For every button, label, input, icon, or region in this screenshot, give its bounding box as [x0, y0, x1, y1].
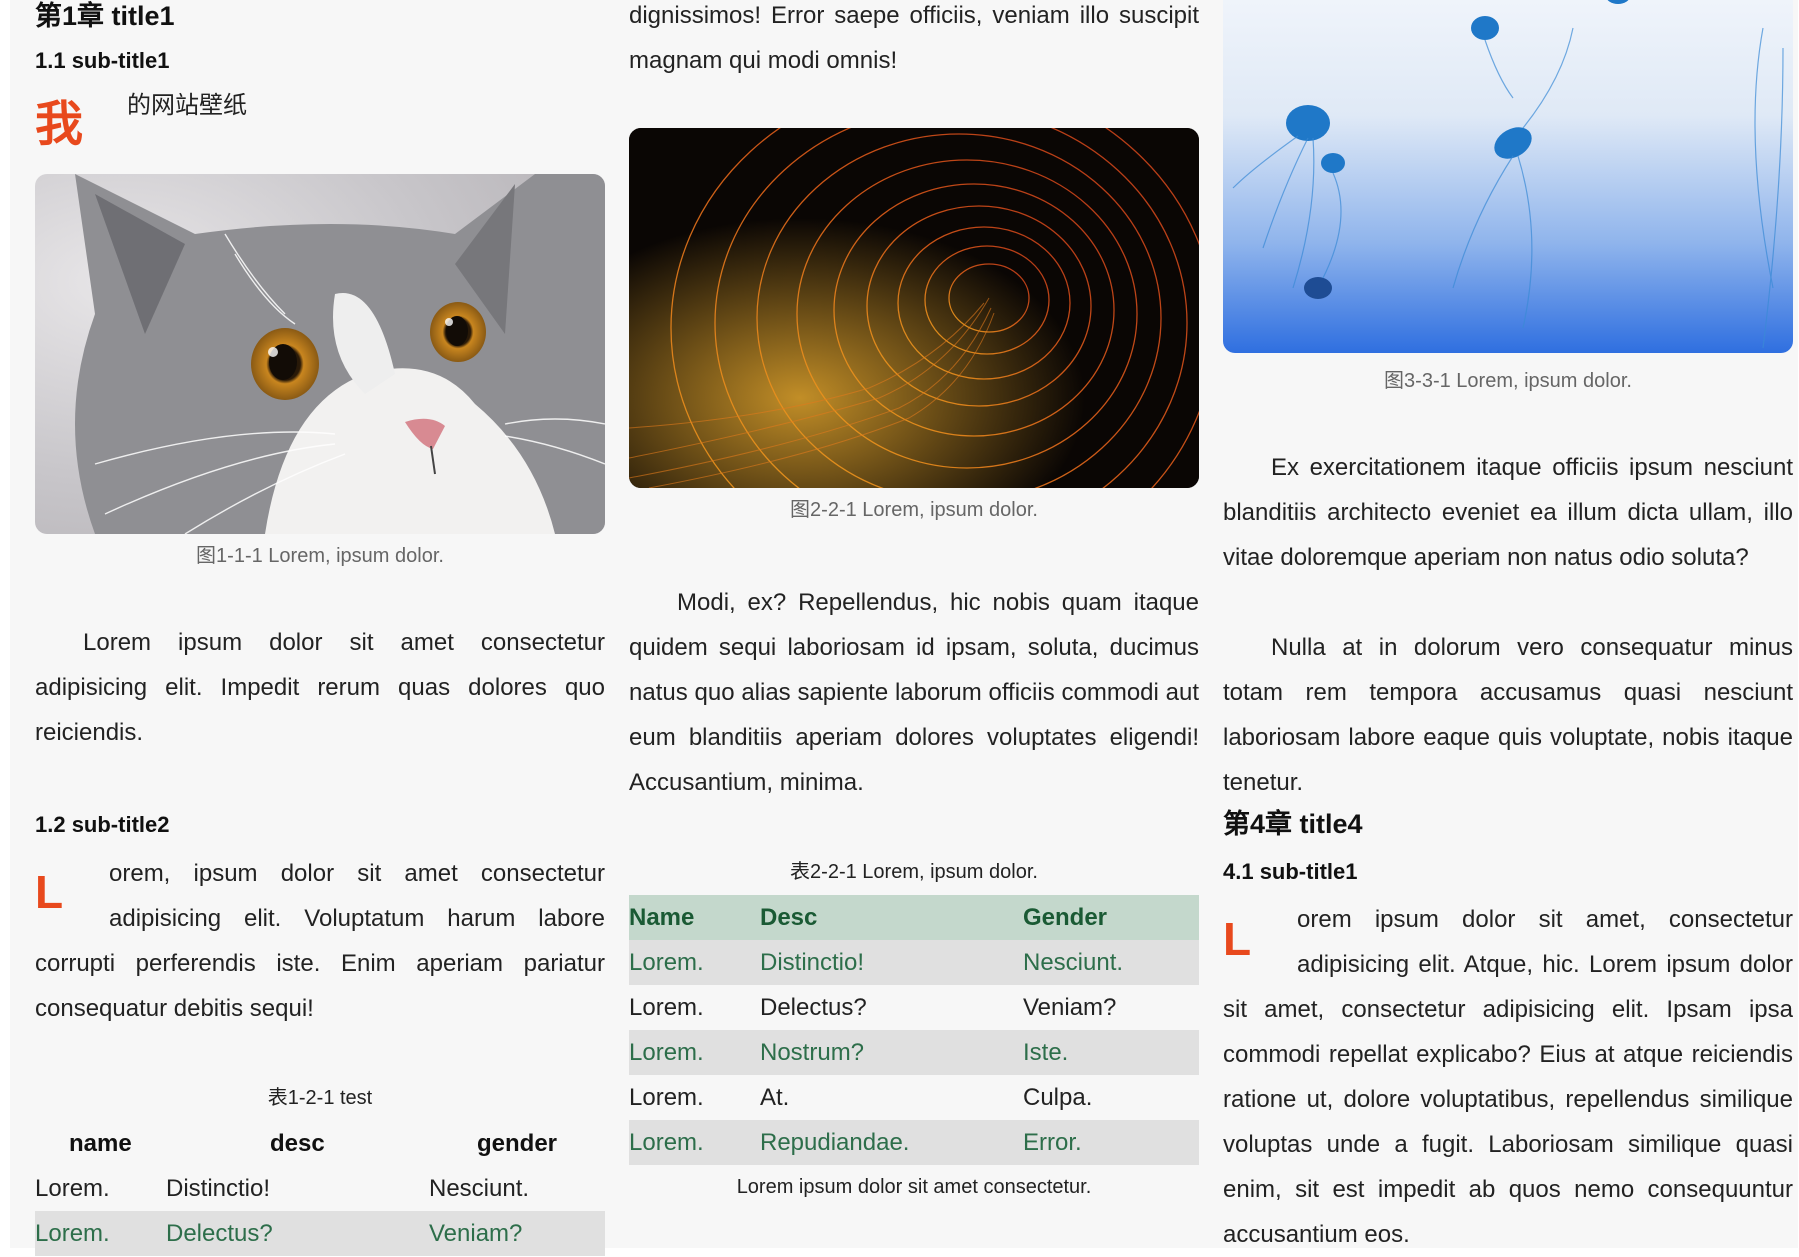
figure-caption: 图3-3-1 Lorem, ipsum dolor. — [1384, 370, 1632, 392]
drop-cap: L — [1223, 913, 1252, 965]
paragraph-line: adipisicing elit. Voluptatum harum labor… — [109, 905, 605, 932]
table-header-cell: Name — [629, 903, 695, 931]
table-row: Lorem. Distinctio! Nesciunt. — [35, 1166, 605, 1211]
table-header-cell: name — [69, 1129, 132, 1157]
paragraph-line: adipisicing elit. Atque, hic. Lorem ipsu… — [1297, 951, 1793, 978]
table-cell: Nesciunt. — [1023, 948, 1124, 976]
table-cell: Lorem. — [629, 1083, 704, 1111]
table-cell: Distinctio! — [166, 1174, 271, 1202]
paragraph: Lorem ipsum dolor sit amet consectetur a… — [35, 629, 605, 746]
table-cell: Lorem. — [35, 1174, 110, 1202]
chapter-title: 第1章 title1 — [35, 1, 175, 31]
sub-title: 4.1 sub-title1 — [1223, 859, 1358, 884]
table-row: Lorem. Nostrum? Iste. — [629, 1030, 1199, 1075]
table-header-cell: Gender — [1023, 903, 1108, 931]
paragraph: dignissimos! Error saepe officiis, venia… — [629, 2, 1199, 74]
page: 第1章 title1 1.1 sub-title1 我 的网站壁纸 图1-1-1… — [10, 0, 1798, 1256]
paragraph: corrupti perferendis iste. Enim aperiam … — [35, 950, 605, 1022]
jellyfish-photo — [1223, 0, 1793, 353]
table-row: Lorem. At. Culpa. — [629, 1075, 1199, 1120]
table-row: Lorem. Delectus? Veniam? — [35, 1211, 605, 1256]
drop-cap: 我 — [35, 96, 84, 152]
table-row: Lorem. Repudiandae. Error. — [629, 1120, 1199, 1165]
table-cell: Lorem. — [629, 1038, 704, 1066]
table-cell: Nesciunt. — [429, 1174, 530, 1202]
paragraph: sit amet, consectetur adipisicing elit. … — [1223, 996, 1793, 1248]
figure-caption: 图2-2-1 Lorem, ipsum dolor. — [790, 499, 1038, 521]
table-cell: Lorem. — [35, 1219, 110, 1247]
paragraph: Ex exercitationem itaque officiis ipsum … — [1223, 454, 1793, 571]
figure-caption: 图1-1-1 Lorem, ipsum dolor. — [196, 545, 444, 567]
paragraph: Modi, ex? Repellendus, hic nobis quam it… — [629, 589, 1199, 796]
table-cell: Culpa. — [1023, 1083, 1093, 1111]
table-header-cell: gender — [477, 1129, 558, 1157]
data-table: name desc gender Lorem. Distinctio! Nesc… — [35, 1121, 605, 1256]
spiral-artwork — [629, 128, 1199, 488]
table-cell: At. — [760, 1083, 790, 1111]
table-caption: 表1-2-1 test — [267, 1087, 373, 1109]
table-cell: Lorem. — [629, 993, 704, 1021]
table-cell: Repudiandae. — [760, 1128, 910, 1156]
table-header-row: Name Desc Gender — [629, 895, 1199, 940]
paragraph: Nulla at in dolorum vero consequatur min… — [1223, 634, 1793, 796]
table-cell: Error. — [1023, 1128, 1082, 1156]
table-cell: Delectus? — [760, 993, 867, 1021]
table-cell: Veniam? — [1023, 993, 1117, 1021]
table-cell: Distinctio! — [760, 948, 865, 976]
table-header-cell: Desc — [760, 903, 818, 931]
table-cell: Lorem. — [629, 948, 704, 976]
table-cell: Iste. — [1023, 1038, 1069, 1066]
paragraph-line: orem, ipsum dolor sit amet consectetur — [109, 860, 605, 887]
data-table: Name Desc Gender Lorem. Distinctio! Nesc… — [629, 895, 1199, 1165]
table-cell: Nostrum? — [760, 1038, 865, 1066]
table-header-row: name desc gender — [35, 1121, 605, 1166]
table-cell: Lorem. — [629, 1128, 704, 1156]
paragraph-line: orem ipsum dolor sit amet, consectetur — [1297, 906, 1793, 933]
table-row: Lorem. Delectus? Veniam? — [629, 985, 1199, 1030]
table-cell: Delectus? — [166, 1219, 273, 1247]
sub-title: 1.2 sub-title2 — [35, 812, 170, 837]
table-header-cell: desc — [270, 1129, 325, 1157]
table-row: Lorem. Distinctio! Nesciunt. — [629, 940, 1199, 985]
table-footer: Lorem ipsum dolor sit amet consectetur. — [736, 1176, 1092, 1198]
drop-cap: L — [35, 866, 64, 918]
table-cell: Veniam? — [429, 1219, 523, 1247]
chapter-title: 第4章 title4 — [1223, 809, 1363, 839]
table-caption: 表2-2-1 Lorem, ipsum dolor. — [790, 861, 1038, 883]
cat-photo — [35, 174, 605, 534]
drop-cap-text: 的网站壁纸 — [127, 92, 247, 119]
sub-title: 1.1 sub-title1 — [35, 48, 170, 73]
